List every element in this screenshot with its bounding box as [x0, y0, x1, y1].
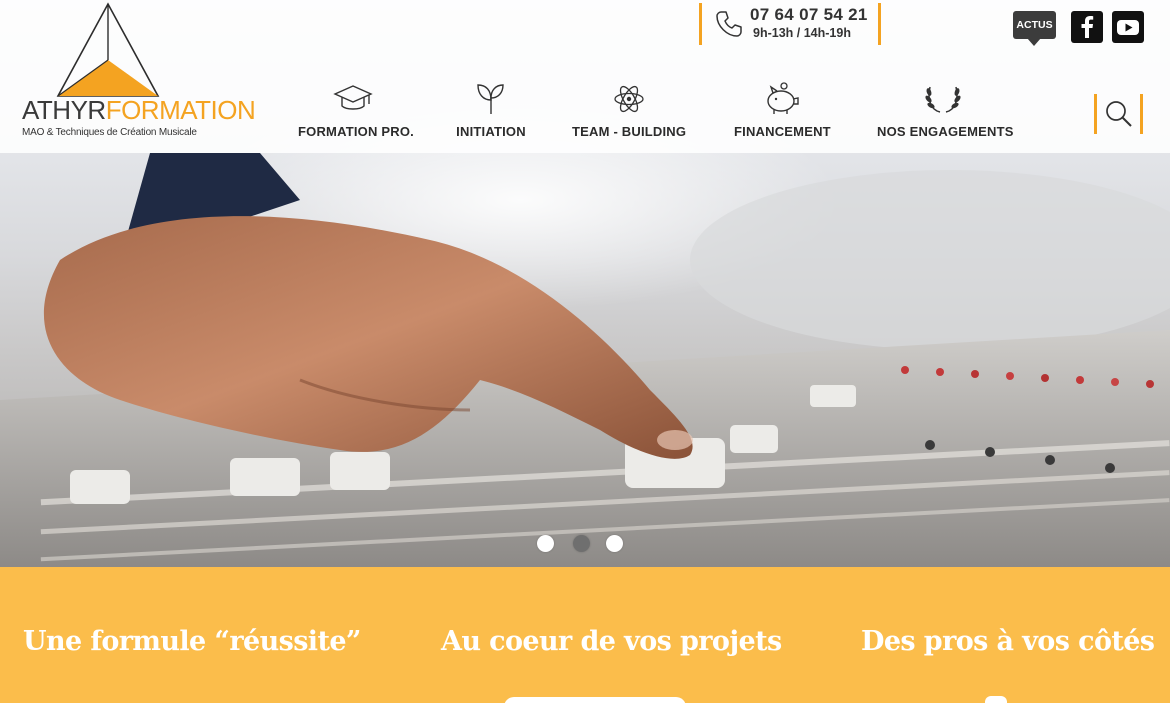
- logo-word-part1: ATHYR: [22, 95, 106, 125]
- search-button[interactable]: [1094, 94, 1143, 134]
- phone-contact[interactable]: 07 64 07 54 21 9h-13h / 14h-19h: [699, 3, 881, 45]
- feature-title-reussite: Une formule “réussite”: [23, 626, 361, 657]
- nav-label: FORMATION PRO.: [298, 124, 414, 139]
- nav-financement[interactable]: FINANCEMENT: [734, 82, 831, 142]
- nav-label: NOS ENGAGEMENTS: [877, 124, 1014, 139]
- youtube-icon: [1117, 20, 1139, 35]
- site-header: ATHYRFORMATION MAO & Techniques de Créat…: [0, 0, 1170, 153]
- slider-dot-3[interactable]: [606, 535, 623, 552]
- youtube-button[interactable]: [1112, 11, 1144, 43]
- slider-dot-2[interactable]: [573, 535, 590, 552]
- actus-button[interactable]: ACTUS: [1013, 11, 1056, 46]
- feature-title-projets: Au coeur de vos projets: [441, 626, 782, 657]
- graduation-cap-icon: [333, 85, 373, 110]
- search-icon: [1106, 101, 1132, 127]
- nav-initiation[interactable]: INITIATION: [455, 82, 527, 142]
- nav-formation-pro[interactable]: FORMATION PRO.: [298, 82, 414, 142]
- nav-nos-engagements[interactable]: NOS ENGAGEMENTS: [877, 82, 1014, 142]
- feature-card-top: [504, 697, 686, 703]
- atom-icon: [613, 85, 644, 113]
- feature-icon-top: [985, 696, 1007, 703]
- phone-hours: 9h-13h / 14h-19h: [753, 26, 851, 40]
- logo-wordmark: ATHYRFORMATION: [22, 95, 256, 125]
- piggy-bank-icon: [767, 82, 799, 114]
- nav-label: TEAM - BUILDING: [572, 124, 687, 139]
- nav-label: INITIATION: [456, 124, 526, 139]
- phone-icon: [716, 11, 742, 37]
- facebook-button[interactable]: [1071, 11, 1103, 43]
- logo-triangle-icon: [56, 2, 160, 97]
- feature-title-pros: Des pros à vos côtés: [861, 626, 1155, 657]
- laurel-wreath-icon: [924, 86, 961, 113]
- logo-word-part2: FORMATION: [105, 95, 256, 125]
- sprout-icon: [477, 84, 504, 114]
- slider-dot-1[interactable]: [537, 535, 554, 552]
- nav-label: FINANCEMENT: [734, 124, 831, 139]
- nav-team-building[interactable]: TEAM - BUILDING: [572, 82, 687, 142]
- phone-number: 07 64 07 54 21: [750, 5, 868, 24]
- logo-tagline: MAO & Techniques de Création Musicale: [22, 127, 197, 138]
- facebook-icon: [1081, 16, 1094, 38]
